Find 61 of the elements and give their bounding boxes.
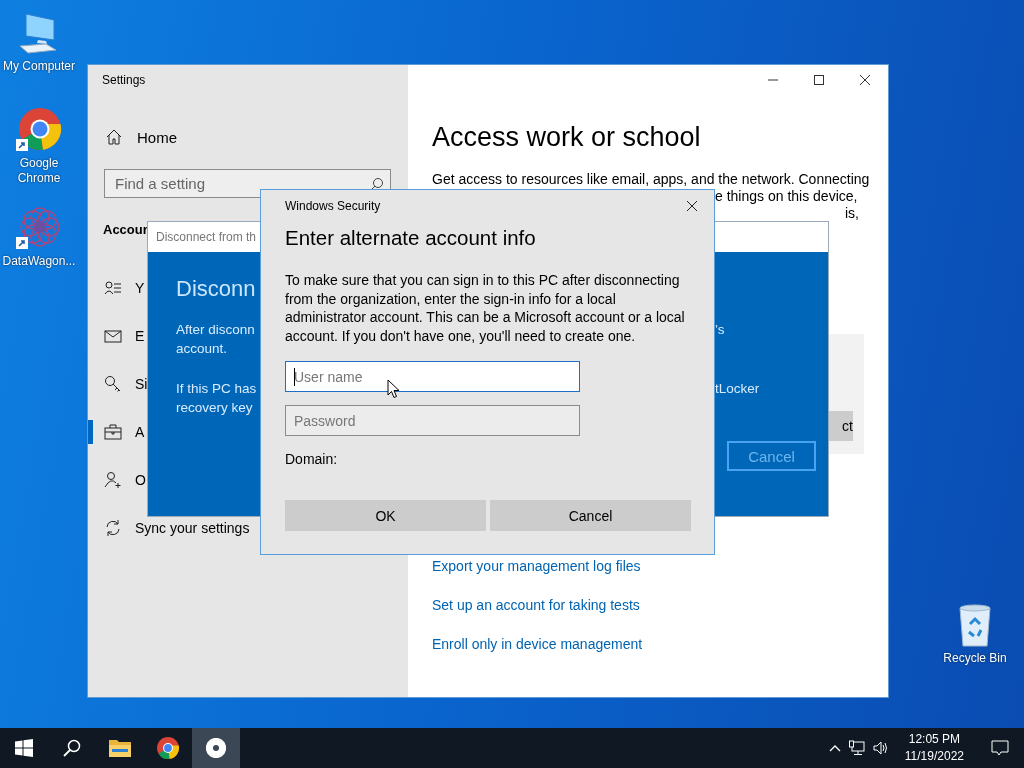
dialog-text: tLocker [715, 380, 760, 398]
cancel-button[interactable]: Cancel [490, 500, 691, 531]
dialog-title: Windows Security [285, 199, 381, 213]
dialog-title: Disconnect from th [156, 230, 257, 244]
description-text: is, [845, 205, 859, 222]
nav-item[interactable]: Sync your settings [88, 504, 250, 552]
browser-icon[interactable] [156, 736, 180, 760]
settings-link[interactable]: Export your management log files [432, 556, 641, 576]
search-icon [370, 177, 384, 191]
disconnect-button[interactable]: ct [828, 411, 853, 441]
search-icon[interactable] [63, 739, 81, 757]
ok-button[interactable]: OK [285, 500, 486, 531]
folder-icon[interactable] [108, 738, 132, 758]
description-text: Get access to resources like email, apps, and the network. Connecting [432, 171, 870, 188]
section-heading: Accour [103, 221, 148, 239]
description-text: e things on this device, [715, 188, 858, 205]
close-button[interactable] [686, 200, 698, 212]
nav-item[interactable]: O [88, 456, 146, 504]
home-nav-item[interactable]: Home [88, 117, 177, 157]
volume-icon[interactable] [872, 740, 889, 756]
mail-icon [104, 327, 122, 345]
network-icon[interactable] [848, 740, 865, 756]
clock-date[interactable]: 11/19/2022 [904, 748, 964, 765]
settings-link[interactable]: Set up an account for taking tests [432, 595, 640, 615]
pointer-icon [387, 379, 400, 399]
dialog-text: account. [176, 340, 228, 358]
icon-label[interactable]: My Computer [3, 59, 75, 74]
icon-label[interactable]: Google Chrome [14, 156, 64, 186]
nav-item[interactable]: Y [88, 264, 145, 312]
person-add-icon [104, 471, 122, 489]
page-title: Access work or school [432, 121, 701, 154]
nav-item[interactable]: E [88, 312, 145, 360]
dialog-text: ’s [715, 321, 725, 339]
briefcase-icon [104, 423, 122, 441]
dialog-text: After disconn [176, 321, 255, 339]
maximize-button[interactable] [813, 74, 825, 86]
home-label[interactable]: Home [137, 128, 177, 146]
windows-logo-icon[interactable] [15, 739, 33, 757]
window-title: Settings [102, 72, 146, 89]
nav-item[interactable]: Si [88, 360, 148, 408]
clock-time[interactable]: 12:05 PM [908, 731, 961, 748]
sync-icon [104, 519, 122, 537]
notification-icon[interactable] [991, 739, 1009, 757]
nav-item[interactable]: A [88, 408, 145, 456]
settings-link[interactable]: Enroll only in device management [432, 634, 643, 654]
close-button[interactable] [859, 74, 871, 86]
key-icon [104, 375, 122, 393]
password-field[interactable]: Password [285, 405, 580, 436]
caret-up-icon[interactable] [828, 744, 841, 752]
domain-label: Domain: [285, 450, 338, 468]
contact-list-icon [104, 279, 122, 297]
dialog-message: To make sure that you can sign in to this PC after disconnecting from the organization, enter the sign-in info for a local administrator account. This can be a Microsoft account or a local account. If you don't have one, you'll need to create one. [285, 271, 686, 345]
icon-label[interactable]: Recycle Bin [943, 651, 1007, 666]
username-field[interactable]: User name [285, 361, 580, 392]
dialog-heading: Enter alternate account info [285, 225, 536, 251]
icon-label[interactable]: DataWagon... [2, 254, 76, 269]
star-pattern-icon[interactable] [16, 205, 62, 251]
dialog-text: recovery key [176, 399, 253, 417]
dialog-heading: Disconn [176, 275, 256, 303]
dialog-text: If this PC has [176, 380, 257, 398]
home-icon [105, 128, 123, 146]
